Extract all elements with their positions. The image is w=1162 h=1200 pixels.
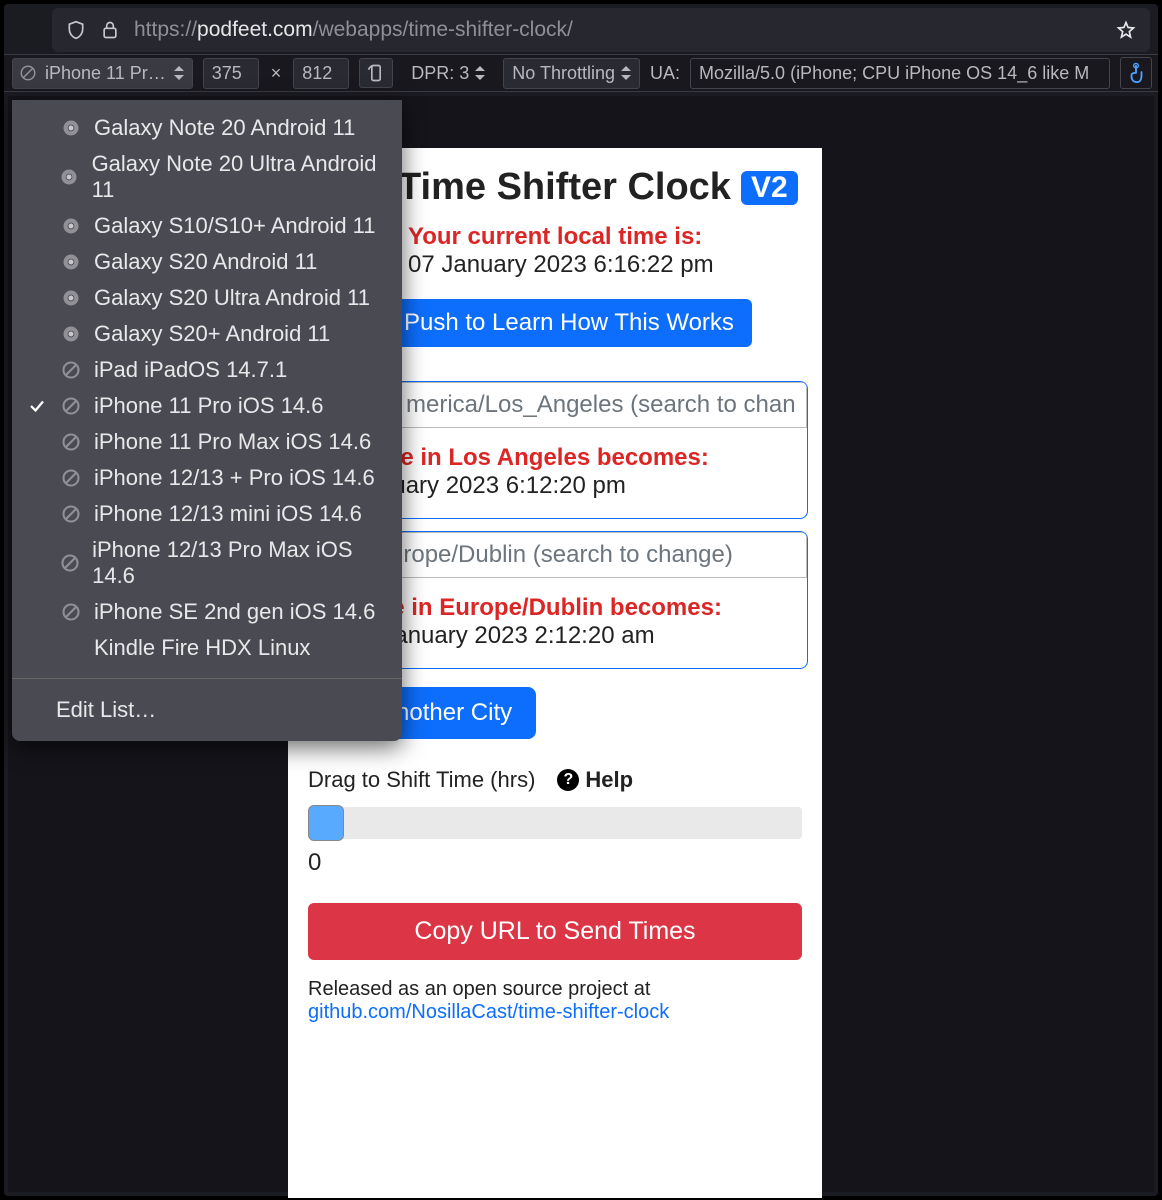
help-icon: ? <box>557 769 579 791</box>
device-option-label: iPad iPadOS 14.7.1 <box>94 357 287 383</box>
repo-link[interactable]: github.com/NosillaCast/time-shifter-cloc… <box>308 1001 669 1023</box>
slider-thumb[interactable] <box>308 805 344 841</box>
forbid-icon <box>60 601 82 623</box>
device-option[interactable]: Galaxy Note 20 Ultra Android 11 <box>12 146 402 208</box>
touch-button[interactable] <box>1120 57 1152 89</box>
device-picker-label: iPhone 11 Pr… <box>45 63 166 84</box>
device-option-label: Galaxy S20 Android 11 <box>94 249 317 275</box>
chrome-icon <box>59 166 80 188</box>
device-option[interactable]: Galaxy S20+ Android 11 <box>12 316 402 352</box>
check-icon <box>26 397 48 415</box>
page-title: Time Shifter Clock V2 <box>398 166 802 209</box>
device-option[interactable]: Galaxy Note 20 Android 11 <box>12 110 402 146</box>
device-option[interactable]: Kindle Fire HDX Linux <box>12 630 402 666</box>
device-option-label: iPhone 11 Pro iOS 14.6 <box>94 393 324 419</box>
slider-value: 0 <box>308 849 802 877</box>
viewport-height-input[interactable]: 812 <box>293 58 349 89</box>
chrome-icon <box>60 251 82 273</box>
device-option[interactable]: iPhone SE 2nd gen iOS 14.6 <box>12 594 402 630</box>
content-area: Time Shifter Clock V2 Your current local… <box>8 96 1154 1192</box>
device-option-label: Galaxy Note 20 Ultra Android 11 <box>92 151 388 203</box>
chrome-icon <box>60 117 82 139</box>
device-option-label: Galaxy Note 20 Android 11 <box>94 115 355 141</box>
device-option[interactable]: Galaxy S10/S10+ Android 11 <box>12 208 402 244</box>
tz-label: Time in Europe/Dublin becomes: <box>349 594 797 622</box>
forbid-icon <box>60 467 82 489</box>
url-text[interactable]: https://podfeet.com/webapps/time-shifter… <box>134 18 1102 42</box>
device-option[interactable]: Galaxy S20 Android 11 <box>12 244 402 280</box>
chrome-icon <box>60 323 82 345</box>
address-bar[interactable]: https://podfeet.com/webapps/time-shifter… <box>52 8 1150 52</box>
chrome-icon <box>60 215 82 237</box>
device-option-label: Galaxy S10/S10+ Android 11 <box>94 213 376 239</box>
separator <box>12 678 402 679</box>
viewport-width-input[interactable]: 375 <box>203 58 259 89</box>
lock-icon[interactable] <box>100 20 120 40</box>
slider-label: Drag to Shift Time (hrs) <box>308 767 535 793</box>
how-works-button[interactable]: Push to Learn How This Works <box>386 299 752 347</box>
shield-icon[interactable] <box>66 20 86 40</box>
device-option-label: Galaxy S20+ Android 11 <box>94 321 330 347</box>
caret-updown-icon <box>174 66 184 80</box>
device-option-label: iPhone 12/13 + Pro iOS 14.6 <box>94 465 375 491</box>
times-label: × <box>269 63 284 84</box>
rotate-button[interactable] <box>359 58 393 88</box>
device-option[interactable]: iPhone 12/13 Pro Max iOS 14.6 <box>12 532 402 594</box>
dpr-picker[interactable]: DPR: 3 <box>403 59 493 88</box>
forbid-icon <box>60 503 82 525</box>
forbid-icon <box>60 395 82 417</box>
ua-label: UA: <box>650 63 680 84</box>
tz-label: me in Los Angeles becomes: <box>379 444 797 472</box>
device-option-label: iPhone 11 Pro Max iOS 14.6 <box>94 429 371 455</box>
copy-url-button[interactable]: Copy URL to Send Times <box>308 903 802 960</box>
device-option-label: iPhone SE 2nd gen iOS 14.6 <box>94 599 375 625</box>
local-time-label: Your current local time is: <box>408 223 802 251</box>
device-option-label: iPhone 12/13 mini iOS 14.6 <box>94 501 362 527</box>
local-time-value: 07 January 2023 6:16:22 pm <box>408 251 802 279</box>
device-option[interactable]: iPhone 11 Pro Max iOS 14.6 <box>12 424 402 460</box>
device-option[interactable]: Galaxy S20 Ultra Android 11 <box>12 280 402 316</box>
device-dropdown: Galaxy Note 20 Android 11 Galaxy Note 20 … <box>12 100 402 741</box>
chrome-icon <box>60 287 82 309</box>
tz-value: 08 January 2023 2:12:20 am <box>349 622 797 650</box>
time-shift-slider[interactable] <box>308 807 802 839</box>
version-badge: V2 <box>741 171 798 205</box>
throttle-picker[interactable]: No Throttling <box>503 58 640 89</box>
forbid-icon <box>60 359 82 381</box>
devtools-bar: iPhone 11 Pr… 375 × 812 DPR: 3 No Thrott… <box>4 54 1158 92</box>
tz-value: nuary 2023 6:12:20 pm <box>379 472 797 500</box>
caret-updown-icon <box>621 66 631 80</box>
help-button[interactable]: ? Help <box>557 767 633 793</box>
device-option-label: Kindle Fire HDX Linux <box>94 635 310 661</box>
ua-input[interactable]: Mozilla/5.0 (iPhone; CPU iPhone OS 14_6 … <box>690 58 1110 89</box>
device-option[interactable]: iPhone 12/13 mini iOS 14.6 <box>12 496 402 532</box>
forbid-icon <box>60 431 82 453</box>
device-option-label: iPhone 12/13 Pro Max iOS 14.6 <box>92 537 388 589</box>
caret-updown-icon <box>475 66 485 80</box>
forbid-icon <box>59 552 80 574</box>
device-option-label: Galaxy S20 Ultra Android 11 <box>94 285 370 311</box>
star-icon[interactable] <box>1116 20 1136 40</box>
edit-list-option[interactable]: Edit List… <box>12 691 402 729</box>
released-text: Released as an open source project at gi… <box>308 978 802 1024</box>
device-option[interactable]: iPad iPadOS 14.7.1 <box>12 352 402 388</box>
device-option[interactable]: iPhone 11 Pro iOS 14.6 <box>12 388 402 424</box>
blank-icon <box>60 637 82 659</box>
device-option[interactable]: iPhone 12/13 + Pro iOS 14.6 <box>12 460 402 496</box>
device-picker[interactable]: iPhone 11 Pr… <box>12 58 193 89</box>
